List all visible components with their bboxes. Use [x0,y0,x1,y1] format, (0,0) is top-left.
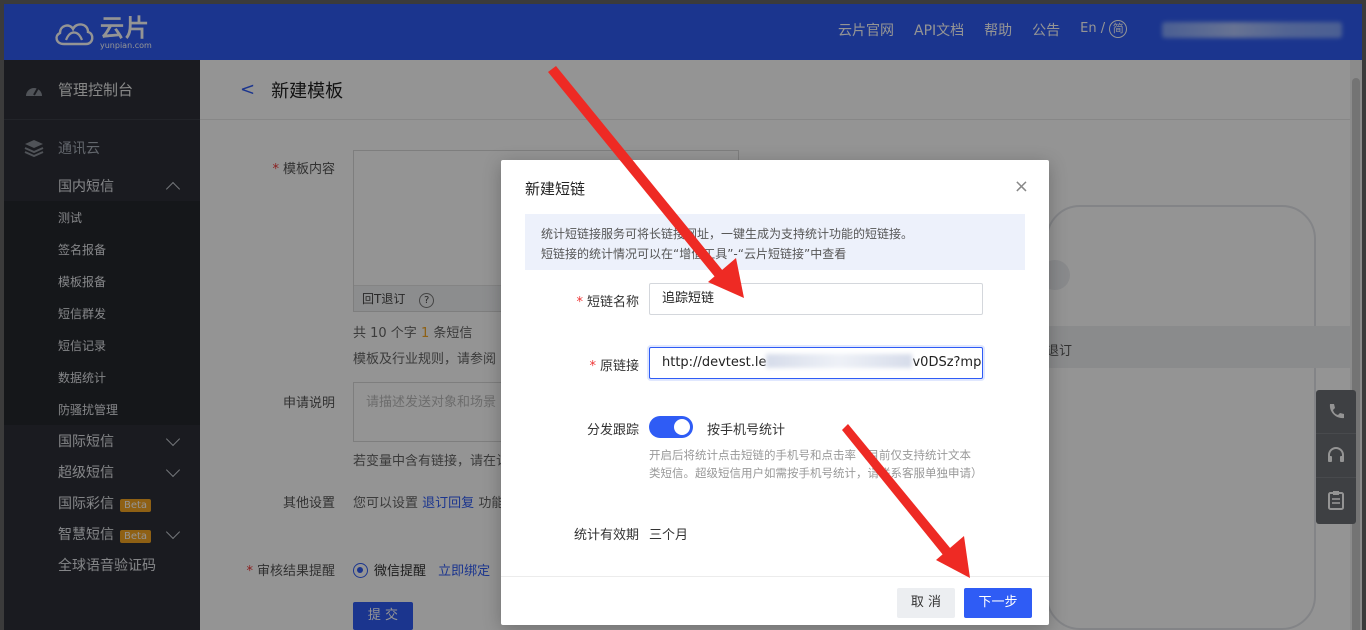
original-url-input[interactable]: http://devtest.le v0DSz?mp=7 [649,347,983,379]
name-label: * 短链名称 [576,295,639,310]
dialog-title: 新建短链 [525,180,586,198]
short-link-name-input[interactable]: 追踪短链 [649,283,983,315]
track-option-text: 按手机号统计 [707,423,786,438]
notice-line-1: 统计短链接服务可将长链接网址，一键生成为支持统计功能的短链接。 [541,227,914,241]
valid-value: 三个月 [649,528,689,543]
new-short-link-dialog: 新建短链 × 统计短链接服务可将长链接网址，一键生成为支持统计功能的短链接。 短… [501,160,1049,625]
notice-line-2: 短链接的统计情况可以在“增值工具”-“云片短链接”中查看 [541,247,847,261]
close-icon[interactable]: × [1014,176,1029,197]
tracking-toggle[interactable] [649,416,693,438]
url-label: * 原链接 [589,359,639,374]
info-notice: 统计短链接服务可将长链接网址，一键生成为支持统计功能的短链接。 短链接的统计情况… [525,214,1025,270]
url-start: http://devtest.le [662,355,767,370]
track-label: 分发跟踪 [586,423,639,438]
cancel-button[interactable]: 取 消 [897,588,955,618]
url-blurred-segment [766,354,913,368]
tracking-help-text: 开启后将统计点击短链的手机号和点击率（目前仅支持统计文本类短信。超级短信用户如需… [649,448,983,480]
next-step-button[interactable]: 下一步 [964,588,1032,618]
valid-label: 统计有效期 [573,528,639,543]
url-end: v0DSz?mp=7 [912,355,982,370]
